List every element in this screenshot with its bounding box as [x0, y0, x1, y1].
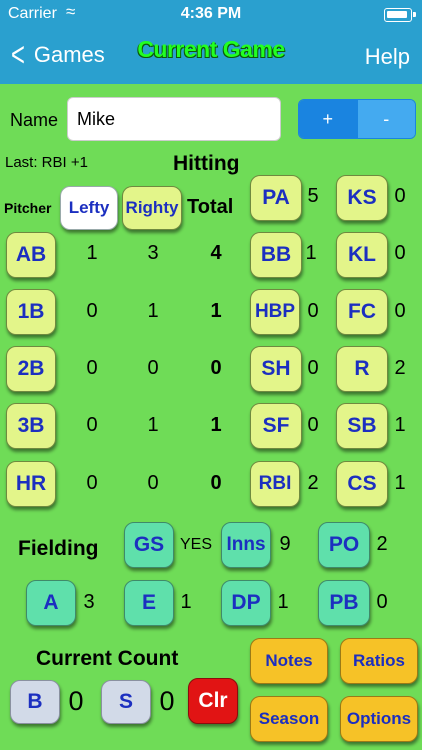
gs-button[interactable]: GS	[124, 522, 174, 568]
ks-button[interactable]: KS	[336, 175, 388, 221]
3b-righty-value: 1	[147, 414, 159, 436]
kl-value: 0	[394, 242, 406, 264]
hr-total-value: 0	[210, 472, 222, 494]
pb-button[interactable]: PB	[318, 580, 370, 626]
cs-value: 1	[394, 472, 406, 494]
strikes-value: 0	[159, 686, 175, 716]
balls-value: 0	[68, 686, 84, 716]
hbp-value: 0	[307, 300, 319, 322]
bb-value: 1	[305, 242, 317, 264]
1b-button[interactable]: 1B	[6, 289, 56, 335]
ab-button[interactable]: AB	[6, 232, 56, 278]
r-value: 2	[394, 357, 406, 379]
ratios-button[interactable]: Ratios	[340, 638, 418, 684]
sb-button[interactable]: SB	[336, 403, 388, 449]
hbp-button[interactable]: HBP	[250, 289, 300, 335]
1b-righty-value: 1	[147, 300, 159, 322]
2b-righty-value: 0	[147, 357, 159, 379]
status-bar: Carrier ≈ 4:36 PM	[0, 0, 422, 30]
fc-button[interactable]: FC	[336, 289, 388, 335]
1b-lefty-value: 0	[86, 300, 98, 322]
strikes-button[interactable]: S	[101, 680, 151, 724]
total-label: Total	[187, 196, 234, 218]
battery-icon	[384, 8, 416, 22]
assists-button[interactable]: A	[26, 580, 76, 626]
dp-value: 1	[277, 591, 289, 613]
dp-button[interactable]: DP	[221, 580, 271, 626]
r-button[interactable]: R	[336, 346, 388, 392]
3b-button[interactable]: 3B	[6, 403, 56, 449]
player-stepper: + -	[298, 99, 416, 139]
po-value: 2	[376, 533, 388, 555]
sh-value: 0	[307, 357, 319, 379]
1b-total-value: 1	[210, 300, 222, 322]
clear-count-button[interactable]: Clr	[188, 678, 238, 724]
stepper-minus-button[interactable]: -	[356, 100, 415, 138]
rbi-value: 2	[307, 472, 319, 494]
2b-button[interactable]: 2B	[6, 346, 56, 392]
sf-button[interactable]: SF	[250, 403, 302, 449]
sf-value: 0	[307, 414, 319, 436]
bb-button[interactable]: BB	[250, 232, 302, 278]
errors-button[interactable]: E	[124, 580, 174, 626]
errors-value: 1	[180, 591, 192, 613]
page-title: Current Game	[137, 36, 285, 62]
pb-value: 0	[376, 591, 388, 613]
lefty-button[interactable]: Lefty	[60, 186, 118, 230]
name-label: Name	[10, 110, 59, 130]
cs-button[interactable]: CS	[336, 461, 388, 507]
gs-value: YES	[180, 536, 213, 553]
balls-button[interactable]: B	[10, 680, 60, 724]
last-action-label: Last: RBI +1	[5, 154, 88, 171]
righty-button[interactable]: Righty	[122, 186, 182, 230]
season-button[interactable]: Season	[250, 696, 328, 742]
count-title: Current Count	[36, 647, 179, 670]
3b-total-value: 1	[210, 414, 222, 436]
fc-value: 0	[394, 300, 406, 322]
2b-total-value: 0	[210, 357, 222, 379]
pa-button[interactable]: PA	[250, 175, 302, 221]
stepper-plus-button[interactable]: +	[299, 100, 357, 138]
ab-righty-value: 3	[147, 242, 159, 264]
ks-value: 0	[394, 185, 406, 207]
inns-value: 9	[279, 533, 291, 555]
inns-button[interactable]: Inns	[221, 522, 271, 568]
pitcher-label: Pitcher	[4, 200, 52, 216]
rbi-button[interactable]: RBI	[250, 461, 300, 507]
hr-lefty-value: 0	[86, 472, 98, 494]
clock: 4:36 PM	[180, 5, 242, 22]
navigation-bar: < Games Current Game Help	[0, 30, 422, 84]
help-button[interactable]: Help	[365, 44, 410, 70]
pa-value: 5	[307, 185, 319, 207]
ab-lefty-value: 1	[86, 242, 98, 264]
notes-button[interactable]: Notes	[250, 638, 328, 684]
options-button[interactable]: Options	[340, 696, 418, 742]
po-button[interactable]: PO	[318, 522, 370, 568]
sb-value: 1	[394, 414, 406, 436]
hr-righty-value: 0	[147, 472, 159, 494]
name-input[interactable]	[67, 97, 281, 141]
ab-total-value: 4	[210, 242, 222, 264]
sh-button[interactable]: SH	[250, 346, 302, 392]
kl-button[interactable]: KL	[336, 232, 388, 278]
3b-lefty-value: 0	[86, 414, 98, 436]
fielding-title: Fielding	[18, 537, 99, 560]
hr-button[interactable]: HR	[6, 461, 56, 507]
2b-lefty-value: 0	[86, 357, 98, 379]
hitting-title: Hitting	[173, 152, 240, 175]
assists-value: 3	[83, 591, 95, 613]
